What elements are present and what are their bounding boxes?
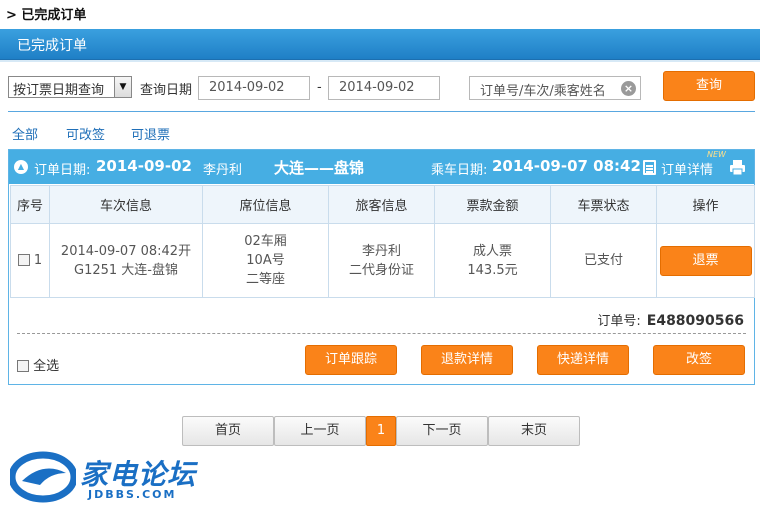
order-card-header: ▲ 订单日期: 2014-09-02 李丹利 大连——盘锦 乘车日期: 2014… xyxy=(9,150,754,184)
date-label: 查询日期 xyxy=(140,83,193,98)
select-all-label: 全选 xyxy=(33,359,60,374)
col-header: 车票状态 xyxy=(550,185,657,224)
filter-refundable[interactable]: 可退票 xyxy=(131,124,170,143)
action-cell: 退票 xyxy=(656,223,755,298)
page-first-button[interactable]: 首页 xyxy=(182,416,274,446)
watermark-name: 家电论坛 xyxy=(80,458,197,491)
clear-icon[interactable]: × xyxy=(621,81,636,96)
query-type-value: 按订票日期查询 xyxy=(13,83,105,98)
order-number-label: 订单号: xyxy=(597,314,641,329)
logo-swoosh-icon xyxy=(8,451,78,503)
refund-button[interactable]: 退票 xyxy=(659,245,752,276)
seat-info-cell: 02车厢 10A号 二等座 xyxy=(202,223,329,298)
fare-amount: 143.5元 xyxy=(467,262,518,278)
keyword-placeholder: 订单号/车次/乘客姓名 xyxy=(480,84,606,99)
new-badge: NEW xyxy=(707,150,726,159)
query-type-select[interactable]: 按订票日期查询 ▼ xyxy=(8,76,132,98)
refund-detail-button[interactable]: 退款详情 xyxy=(421,345,513,375)
col-header: 席位信息 xyxy=(202,185,329,224)
row-index-cell: 1 xyxy=(10,223,50,298)
ride-date-label: 乘车日期: xyxy=(431,163,488,178)
order-date: 2014-09-02 xyxy=(96,157,192,175)
page-last-button[interactable]: 末页 xyxy=(488,416,580,446)
watermark-logo: 家电论坛 JDBBS.COM xyxy=(8,451,210,506)
passenger-name: 李丹利 xyxy=(203,163,243,178)
select-all-checkbox[interactable] xyxy=(17,360,29,372)
order-date-label: 订单日期: xyxy=(34,163,91,178)
fare-type: 成人票 xyxy=(472,243,512,259)
date-to-input[interactable]: 2014-09-02 xyxy=(328,76,440,100)
filter-changeable[interactable]: 可改签 xyxy=(66,124,105,143)
traveler-id-type: 二代身份证 xyxy=(348,262,414,278)
col-header: 车次信息 xyxy=(49,185,203,224)
train-number-route: G1251 大连-盘锦 xyxy=(74,262,178,278)
col-header: 票款金额 xyxy=(434,185,551,224)
collapse-icon[interactable]: ▲ xyxy=(14,160,28,174)
ride-datetime: 2014-09-07 08:42 xyxy=(492,157,641,175)
page-current[interactable]: 1 xyxy=(366,416,396,446)
dashed-divider xyxy=(17,333,746,334)
track-order-button[interactable]: 订单跟踪 xyxy=(305,345,397,375)
watermark-url: JDBBS.COM xyxy=(88,488,177,501)
order-number-value: E488090566 xyxy=(646,313,744,329)
document-icon xyxy=(643,160,656,175)
col-header: 旅客信息 xyxy=(328,185,435,224)
col-header: 操作 xyxy=(656,185,755,224)
traveler-name: 李丹利 xyxy=(361,243,401,259)
order-table: 序号 车次信息 席位信息 旅客信息 票款金额 车票状态 操作 1 2014-09… xyxy=(10,185,755,298)
table-header-row: 序号 车次信息 席位信息 旅客信息 票款金额 车票状态 操作 xyxy=(10,185,755,224)
seat-number: 10A号 xyxy=(246,253,285,268)
order-card: ▲ 订单日期: 2014-09-02 李丹利 大连——盘锦 乘车日期: 2014… xyxy=(8,149,755,385)
query-button[interactable]: 查询 xyxy=(663,71,755,101)
train-departure: 2014-09-07 08:42开 xyxy=(60,243,192,259)
table-row: 1 2014-09-07 08:42开 G1251 大连-盘锦 02车厢 10A… xyxy=(10,223,755,298)
train-info-cell: 2014-09-07 08:42开 G1251 大连-盘锦 xyxy=(49,223,203,298)
print-icon[interactable] xyxy=(729,159,746,176)
divider xyxy=(0,60,760,62)
row-checkbox[interactable] xyxy=(17,254,30,266)
date-separator: - xyxy=(317,80,322,95)
breadcrumb: > 已完成订单 xyxy=(6,8,87,23)
order-detail-link[interactable]: 订单详情 xyxy=(661,159,713,178)
seat-class: 二等座 xyxy=(245,272,285,287)
change-ticket-button[interactable]: 改签 xyxy=(653,345,745,375)
route: 大连——盘锦 xyxy=(274,159,365,177)
traveler-info-cell: 李丹利 二代身份证 xyxy=(328,223,435,298)
ticket-status: 已支付 xyxy=(550,223,657,298)
order-number: 订单号: E488090566 xyxy=(597,310,744,329)
fare-cell: 成人票 143.5元 xyxy=(434,223,551,298)
section-title-bar: 已完成订单 xyxy=(0,29,760,60)
filter-all[interactable]: 全部 xyxy=(12,124,38,143)
chevron-down-icon[interactable]: ▼ xyxy=(114,77,131,97)
divider xyxy=(8,111,755,112)
row-index: 1 xyxy=(33,253,43,268)
section-title: 已完成订单 xyxy=(17,38,87,54)
date-from-input[interactable]: 2014-09-02 xyxy=(198,76,310,100)
express-detail-button[interactable]: 快递详情 xyxy=(537,345,629,375)
keyword-search-input[interactable]: 订单号/车次/乘客姓名 × xyxy=(469,76,641,100)
col-header: 序号 xyxy=(10,185,50,224)
select-all[interactable]: 全选 xyxy=(17,355,59,374)
page-prev-button[interactable]: 上一页 xyxy=(274,416,366,446)
page-next-button[interactable]: 下一页 xyxy=(396,416,488,446)
coach: 02车厢 xyxy=(244,234,287,249)
